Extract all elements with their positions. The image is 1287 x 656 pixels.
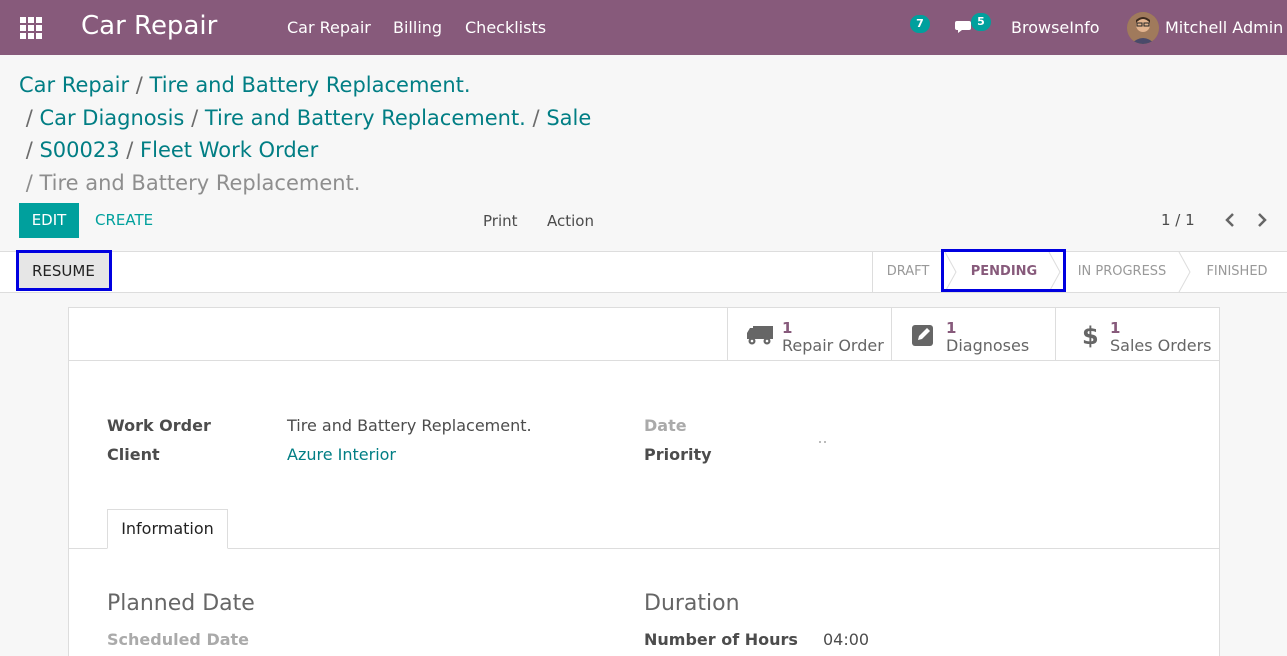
svg-text:$: $ [1082,322,1099,348]
truck-icon [747,326,773,345]
resume-button[interactable]: RESUME [16,250,112,291]
priority-label: Priority [644,445,712,464]
breadcrumb-current: Tire and Battery Replacement. [39,170,361,195]
hours-value: 04:00 [823,630,870,649]
scheduled-date-label: Scheduled Date [107,630,250,649]
stage-in-progress[interactable]: IN PROGRESS [1066,252,1178,292]
app-brand[interactable]: Car Repair [81,11,217,41]
stage-chevron [1178,252,1191,292]
breadcrumb-separator: / [25,105,33,130]
breadcrumb-car-repair[interactable]: Car Repair [19,73,129,97]
pager-next-icon[interactable] [1254,209,1270,231]
sales-orders-count: 1 [1110,319,1121,337]
stage-draft[interactable]: DRAFT [873,252,943,292]
repair-order-button[interactable]: 1 Repair Order [727,308,891,361]
breadcrumb-separator: / [191,105,199,130]
user-avatar[interactable] [1127,12,1159,44]
repair-order-count: 1 [782,319,793,337]
activity-badge[interactable]: 7 [910,15,930,33]
breadcrumb-separator: / [126,138,134,162]
client-label: Client [107,445,160,464]
breadcrumb-car-diagnosis[interactable]: Car Diagnosis [39,106,184,130]
edit-button[interactable]: EDIT [19,203,79,238]
stage-finished[interactable]: FINISHED [1192,252,1282,292]
breadcrumb-tire-battery-diagnosis[interactable]: Tire and Battery Replacement. [205,106,526,130]
menu-checklists[interactable]: Checklists [465,18,546,37]
pager-previous-icon[interactable] [1222,209,1238,231]
diagnoses-button[interactable]: 1 Diagnoses [891,308,1055,361]
company-switcher[interactable]: BrowseInfo [1011,18,1100,37]
action-dropdown[interactable]: Action [547,212,594,230]
pending-highlight [941,249,1066,292]
diagnoses-count: 1 [946,319,957,337]
client-link[interactable]: Azure Interior [287,445,396,464]
breadcrumb-separator: / [135,73,143,97]
tab-divider [69,548,1219,549]
create-button[interactable]: CREATE [95,211,153,229]
resume-button-label: RESUME [32,262,95,280]
breadcrumb-tire-battery[interactable]: Tire and Battery Replacement. [150,73,471,97]
duration-title: Duration [644,591,740,616]
pencil-square-icon [912,325,933,346]
work-order-value: Tire and Battery Replacement. [287,416,532,435]
sales-orders-label: Sales Orders [1110,336,1212,355]
menu-car-repair[interactable]: Car Repair [287,18,371,37]
dollar-icon: $ [1082,322,1099,348]
work-order-label: Work Order [107,416,211,435]
top-navbar: Car Repair Car Repair Billing Checklists… [0,0,1287,55]
messages-badge[interactable]: 5 [971,13,991,31]
print-dropdown[interactable]: Print [483,212,518,230]
sales-orders-button[interactable]: $ 1 Sales Orders [1055,308,1219,361]
diagnoses-label: Diagnoses [946,336,1030,355]
breadcrumb: Car Repair / Tire and Battery Replacemen… [19,69,659,199]
breadcrumb-sale[interactable]: Sale [546,106,591,130]
smart-button-box: 1 Repair Order 1 Diagnoses $ 1 Sales Ord… [69,308,1219,361]
repair-order-label: Repair Order [782,336,884,355]
breadcrumb-fleet-work-order[interactable]: Fleet Work Order [140,138,318,162]
pager-value[interactable]: 1 / 1 [1161,211,1195,229]
tab-information[interactable]: Information [107,509,228,549]
breadcrumb-separator: / [25,170,33,195]
planned-date-title: Planned Date [107,591,255,616]
breadcrumb-separator: / [532,105,540,130]
breadcrumb-separator: / [25,138,33,162]
date-label: Date [644,416,687,435]
menu-billing[interactable]: Billing [393,18,442,37]
apps-menu-icon[interactable] [20,17,42,39]
user-menu[interactable]: Mitchell Admin [1165,18,1283,37]
priority-widget[interactable] [819,441,829,444]
hours-label: Number of Hours [644,630,798,649]
breadcrumb-sale-order[interactable]: S00023 [39,138,119,162]
